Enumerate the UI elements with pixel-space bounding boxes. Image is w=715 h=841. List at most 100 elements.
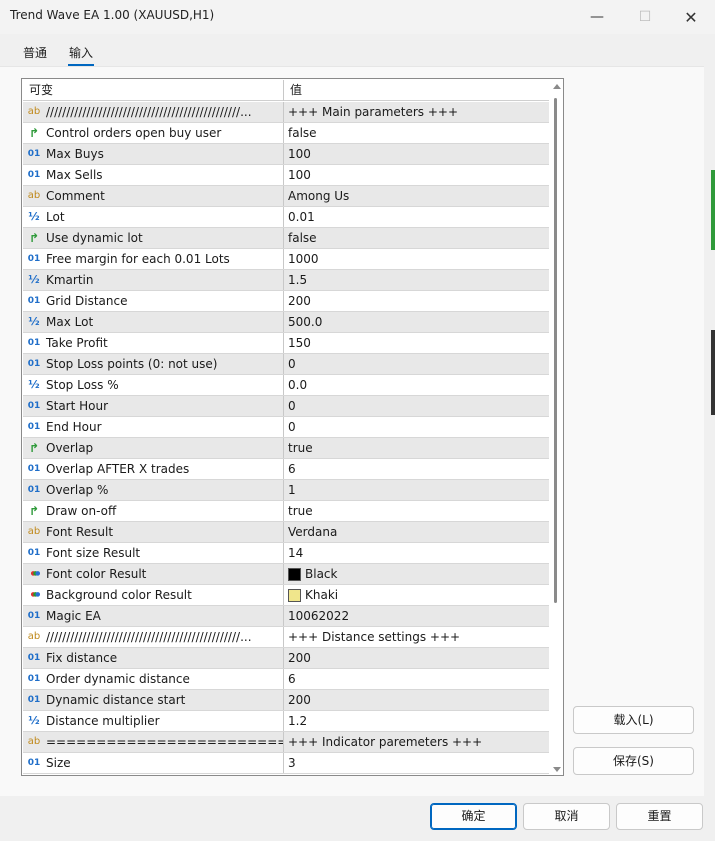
table-row[interactable]: ab //////////////////////////////////////… [23, 102, 549, 123]
parameter-value-cell[interactable]: 100 [284, 144, 549, 164]
parameter-value-cell[interactable]: 0 [284, 354, 549, 374]
parameter-name-cell[interactable]: 01 Start Hour [23, 396, 284, 416]
parameter-name-cell[interactable]: 01 Max Buys [23, 144, 284, 164]
table-row[interactable]: ½ Max Lot 500.0 [23, 312, 549, 333]
parameter-name-cell[interactable]: ↱ Control orders open buy user [23, 123, 284, 143]
table-row[interactable]: 01 Size 3 [23, 753, 549, 774]
minimize-icon[interactable]: — [577, 4, 617, 30]
parameter-value-cell[interactable]: Khaki [284, 585, 549, 605]
tab-common[interactable]: 普通 [12, 40, 58, 64]
table-row[interactable]: 01 Overlap AFTER X trades 6 [23, 459, 549, 480]
parameter-name-cell[interactable]: 01 Dynamic distance start [23, 690, 284, 710]
parameter-value-cell[interactable]: 0 [284, 417, 549, 437]
parameter-value-cell[interactable]: 200 [284, 291, 549, 311]
tab-inputs[interactable]: 输入 [58, 40, 104, 66]
parameter-name-cell[interactable]: 01 Overlap AFTER X trades [23, 459, 284, 479]
parameter-name-cell[interactable]: ½ Stop Loss % [23, 375, 284, 395]
parameter-name-cell[interactable]: ½ Max Lot [23, 312, 284, 332]
table-row[interactable]: ↱ Draw on-off true [23, 501, 549, 522]
parameter-value-cell[interactable]: 0.01 [284, 207, 549, 227]
column-header-value[interactable]: 值 [284, 80, 549, 101]
table-row[interactable]: ab Comment Among Us [23, 186, 549, 207]
parameter-name-cell[interactable]: ↱ Draw on-off [23, 501, 284, 521]
parameter-name-cell[interactable]: 01 Font size Result [23, 543, 284, 563]
parameter-value-cell[interactable]: 1.5 [284, 270, 549, 290]
scroll-thumb[interactable] [554, 98, 557, 603]
table-row[interactable]: 01 Fix distance 200 [23, 648, 549, 669]
parameter-name-cell[interactable]: ●●● Background color Result [23, 585, 284, 605]
color-swatch[interactable] [288, 567, 301, 581]
parameter-name-cell[interactable]: 01 Fix distance [23, 648, 284, 668]
parameter-name-cell[interactable]: ab =============================... [23, 732, 284, 752]
table-row[interactable]: ½ Kmartin 1.5 [23, 270, 549, 291]
parameter-name-cell[interactable]: 01 Order dynamic distance [23, 669, 284, 689]
parameter-value-cell[interactable]: 1 [284, 480, 549, 500]
load-button[interactable]: 载入(L) [573, 706, 694, 734]
parameter-value-cell[interactable]: Black [284, 564, 549, 584]
parameter-value-cell[interactable]: true [284, 438, 549, 458]
table-row[interactable]: 01 Stop Loss points (0: not use) 0 [23, 354, 549, 375]
column-header-variable[interactable]: 可变 [23, 80, 284, 101]
ok-button[interactable]: 确定 [430, 803, 517, 830]
parameter-name-cell[interactable]: ab Font Result [23, 522, 284, 542]
table-row[interactable]: ↱ Control orders open buy user false [23, 123, 549, 144]
parameter-name-cell[interactable]: ↱ Overlap [23, 438, 284, 458]
table-row[interactable]: 01 Dynamic distance start 200 [23, 690, 549, 711]
parameter-value-cell[interactable]: 100 [284, 165, 549, 185]
parameter-value-cell[interactable]: +++ Indicator paremeters +++ [284, 732, 549, 752]
table-row[interactable]: ab //////////////////////////////////////… [23, 627, 549, 648]
table-row[interactable]: ½ Stop Loss % 0.0 [23, 375, 549, 396]
parameter-value-cell[interactable]: false [284, 123, 549, 143]
parameter-name-cell[interactable]: 01 Take Profit [23, 333, 284, 353]
parameter-name-cell[interactable]: 01 End Hour [23, 417, 284, 437]
parameter-value-cell[interactable]: Verdana [284, 522, 549, 542]
save-button[interactable]: 保存(S) [573, 747, 694, 775]
parameter-value-cell[interactable]: true [284, 501, 549, 521]
parameter-value-cell[interactable]: 1.2 [284, 711, 549, 731]
parameter-name-cell[interactable]: ½ Distance multiplier [23, 711, 284, 731]
scroll-down-arrow-icon[interactable] [553, 767, 561, 772]
parameter-name-cell[interactable]: ↱ Use dynamic lot [23, 228, 284, 248]
parameter-value-cell[interactable]: 6 [284, 669, 549, 689]
table-row[interactable]: ●●● Background color Result Khaki [23, 585, 549, 606]
parameter-name-cell[interactable]: ●●● Font color Result [23, 564, 284, 584]
table-row[interactable]: 01 Free margin for each 0.01 Lots 1000 [23, 249, 549, 270]
table-row[interactable]: ●●● Font color Result Black [23, 564, 549, 585]
table-row[interactable]: ↱ Use dynamic lot false [23, 228, 549, 249]
table-row[interactable]: 01 Max Sells 100 [23, 165, 549, 186]
parameter-value-cell[interactable]: Among Us [284, 186, 549, 206]
table-row[interactable]: ↱ Overlap true [23, 438, 549, 459]
parameter-name-cell[interactable]: 01 Stop Loss points (0: not use) [23, 354, 284, 374]
table-row[interactable]: ½ Distance multiplier 1.2 [23, 711, 549, 732]
close-icon[interactable]: ✕ [671, 4, 711, 30]
scroll-up-arrow-icon[interactable] [553, 84, 561, 89]
table-row[interactable]: 01 End Hour 0 [23, 417, 549, 438]
parameter-value-cell[interactable]: 10062022 [284, 606, 549, 626]
parameter-name-cell[interactable]: 01 Overlap % [23, 480, 284, 500]
maximize-icon[interactable]: ☐ [625, 4, 665, 30]
parameter-value-cell[interactable]: 3 [284, 753, 549, 773]
parameter-value-cell[interactable]: 0 [284, 396, 549, 416]
table-row[interactable]: ab =============================... +++ In… [23, 732, 549, 753]
reset-button[interactable]: 重置 [616, 803, 703, 830]
parameter-name-cell[interactable]: ab //////////////////////////////////////… [23, 102, 284, 122]
parameter-name-cell[interactable]: ab Comment [23, 186, 284, 206]
parameter-value-cell[interactable]: 150 [284, 333, 549, 353]
parameter-value-cell[interactable]: 200 [284, 690, 549, 710]
parameter-name-cell[interactable]: ½ Lot [23, 207, 284, 227]
parameter-name-cell[interactable]: 01 Grid Distance [23, 291, 284, 311]
parameter-name-cell[interactable]: 01 Magic EA [23, 606, 284, 626]
table-row[interactable]: 01 Max Buys 100 [23, 144, 549, 165]
parameter-name-cell[interactable]: 01 Size [23, 753, 284, 773]
parameter-name-cell[interactable]: ½ Kmartin [23, 270, 284, 290]
parameter-value-cell[interactable]: 200 [284, 648, 549, 668]
parameter-name-cell[interactable]: 01 Free margin for each 0.01 Lots [23, 249, 284, 269]
table-row[interactable]: 01 Magic EA 10062022 [23, 606, 549, 627]
table-row[interactable]: ½ Lot 0.01 [23, 207, 549, 228]
parameter-value-cell[interactable]: 6 [284, 459, 549, 479]
table-row[interactable]: 01 Order dynamic distance 6 [23, 669, 549, 690]
color-swatch[interactable] [288, 588, 301, 602]
parameter-value-cell[interactable]: false [284, 228, 549, 248]
table-row[interactable]: 01 Take Profit 150 [23, 333, 549, 354]
vertical-scrollbar[interactable] [550, 80, 563, 775]
